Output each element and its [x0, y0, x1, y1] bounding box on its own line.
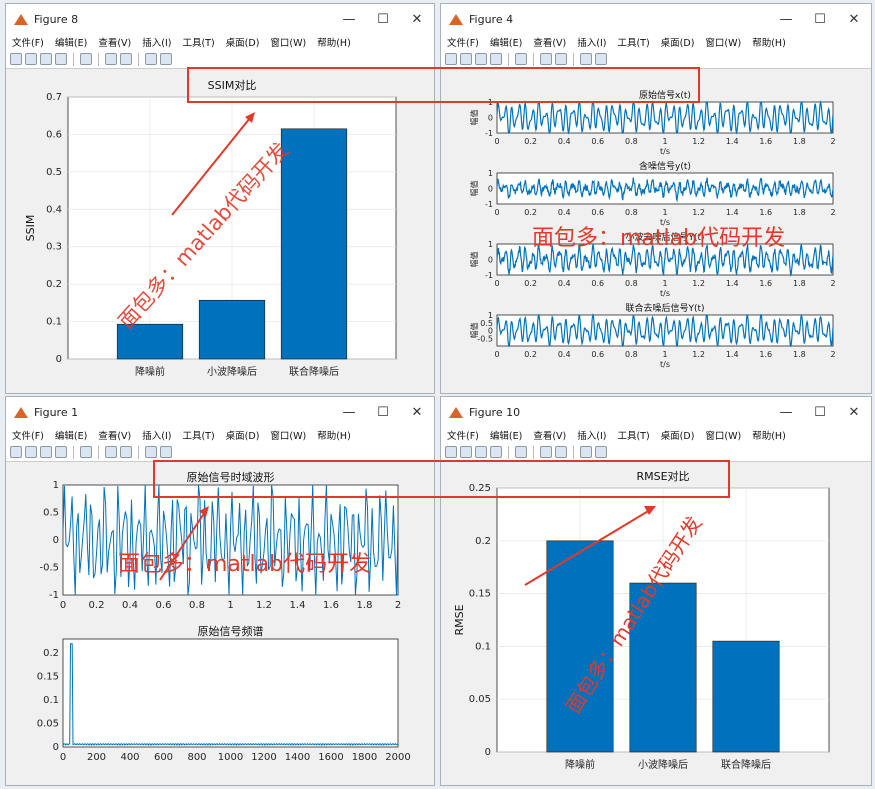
watermark-text: 面包多：matlab代码开发 — [118, 552, 371, 577]
watermark-text: 面包多：matlab代码开发 — [114, 138, 293, 334]
arrow-icon — [524, 506, 656, 586]
watermark-text: 面包多：matlab代码开发 — [561, 512, 706, 718]
annotation-overlay: 面包多：matlab代码开发 面包多：matlab代码开发 面包多：matlab… — [114, 112, 785, 718]
watermark-text: 面包多：matlab代码开发 — [532, 226, 785, 251]
